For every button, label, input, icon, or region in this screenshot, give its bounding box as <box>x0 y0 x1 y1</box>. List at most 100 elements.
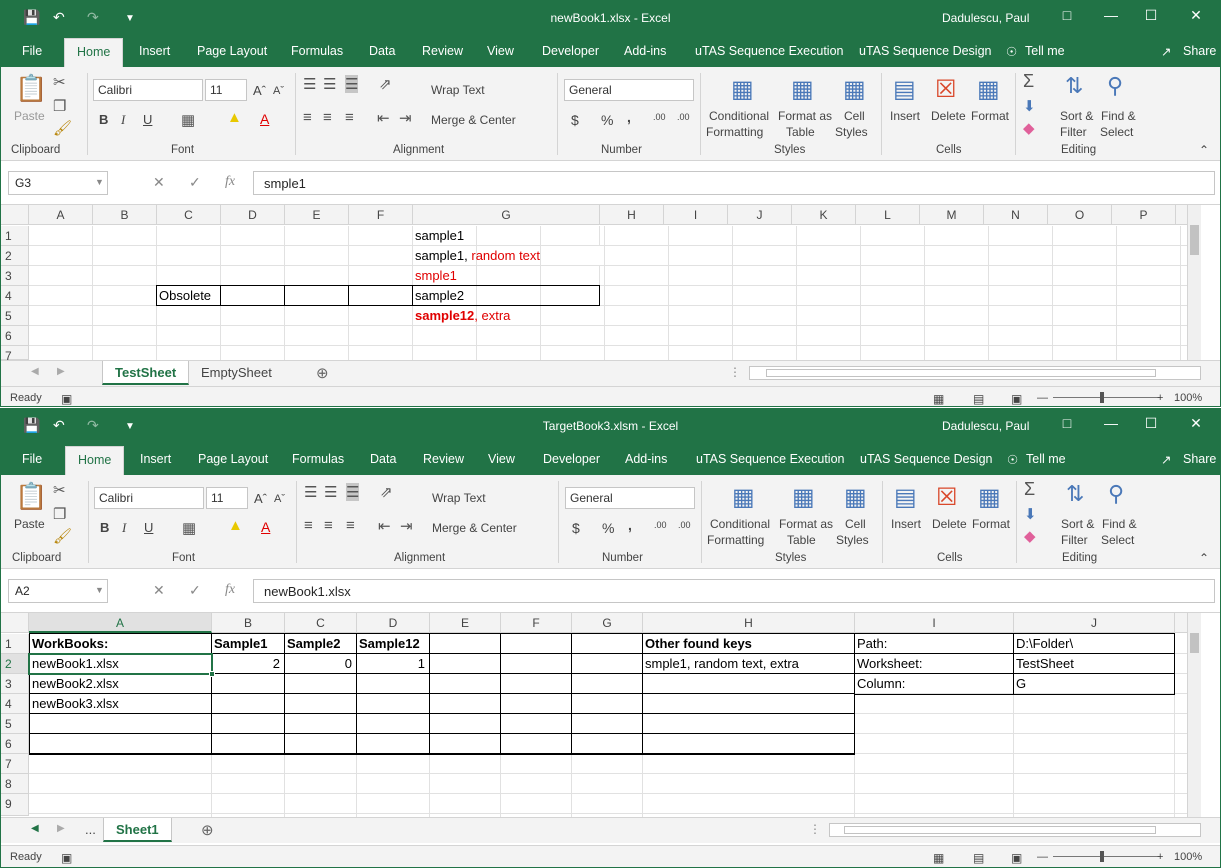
tab-developer[interactable]: Developer <box>542 44 599 58</box>
name-box[interactable]: A2 <box>8 579 108 603</box>
insert-button[interactable]: Insert <box>890 109 920 123</box>
top-align-icon[interactable]: ☰ <box>303 75 316 93</box>
format-as-table-label-2[interactable]: Table <box>787 533 816 547</box>
page-layout-view-icon[interactable]: ▤ <box>973 392 984 406</box>
cancel-icon[interactable]: ✕ <box>153 174 165 191</box>
enter-icon[interactable]: ✓ <box>189 582 201 599</box>
conditional-formatting-icon[interactable]: ▦ <box>732 483 755 512</box>
cell-j3[interactable]: G <box>1014 674 1174 694</box>
macro-record-icon[interactable]: ▣ <box>61 851 72 865</box>
font-size-select[interactable]: 11 <box>205 79 247 101</box>
scroll-tabs-right-icon[interactable]: ▶ <box>57 366 65 377</box>
cell-h1[interactable]: Other found keys <box>643 634 854 654</box>
sheet-tab-sheet1[interactable]: Sheet1 <box>103 818 172 842</box>
bold-button[interactable]: B <box>100 520 109 535</box>
find-select-label-2[interactable]: Select <box>1101 533 1134 547</box>
tab-insert[interactable]: Insert <box>139 44 170 58</box>
row-header[interactable]: 4 <box>1 286 29 306</box>
cell-styles-icon[interactable]: ▦ <box>844 483 867 512</box>
delete-cells-icon[interactable]: ☒ <box>935 75 957 104</box>
cell-j1[interactable]: D:\Folder\ <box>1014 634 1174 654</box>
row-header[interactable]: 2 <box>1 246 29 266</box>
row-header[interactable]: 3 <box>1 266 29 286</box>
increase-decimal-icon[interactable]: .00 <box>654 520 667 530</box>
decrease-decimal-icon[interactable]: .00 <box>678 520 691 530</box>
zoom-slider[interactable] <box>1053 856 1161 857</box>
cut-icon[interactable]: ✂ <box>53 481 66 499</box>
formula-input[interactable]: newBook1.xlsx <box>253 579 1215 603</box>
percent-button[interactable]: % <box>601 112 613 128</box>
cell-g2[interactable]: sample1, random text <box>413 246 600 266</box>
column-header[interactable]: I <box>855 613 1014 633</box>
cell-i1[interactable]: Path: <box>855 634 1013 654</box>
conditional-formatting-label-1[interactable]: Conditional <box>710 517 770 531</box>
tab-home[interactable]: Home <box>64 38 124 67</box>
fill-icon[interactable]: ⬇ <box>1023 97 1036 115</box>
tab-view[interactable]: View <box>487 44 514 58</box>
column-header[interactable]: G <box>572 613 643 633</box>
align-center-icon[interactable]: ≡ <box>323 109 332 126</box>
format-as-table-icon[interactable]: ▦ <box>791 75 814 104</box>
add-sheet-icon[interactable]: ⊕ <box>316 364 329 382</box>
sheet-tab-testsheet[interactable]: TestSheet <box>102 361 190 385</box>
scroll-tabs-left-icon[interactable]: ◀ <box>31 366 39 377</box>
row-header[interactable]: 7 <box>1 754 29 774</box>
find-select-icon[interactable]: ⚲ <box>1108 481 1124 507</box>
fill-icon[interactable]: ⬇ <box>1024 505 1037 523</box>
page-break-view-icon[interactable]: ▣ <box>1011 392 1022 406</box>
font-color-icon[interactable]: A <box>261 519 270 535</box>
collapse-ribbon-icon[interactable]: ⌃ <box>1199 143 1209 157</box>
increase-indent-icon[interactable]: ⇥ <box>400 517 413 535</box>
cell-styles-icon[interactable]: ▦ <box>843 75 866 104</box>
tab-split-handle[interactable]: ⋮ <box>729 365 741 379</box>
clear-icon[interactable]: ◆ <box>1023 119 1035 137</box>
cell-b1[interactable]: Sample1 <box>212 634 284 654</box>
tab-developer[interactable]: Developer <box>543 452 600 466</box>
minimize-icon[interactable]: — <box>1101 7 1121 23</box>
font-color-icon[interactable]: A <box>260 111 269 127</box>
close-icon[interactable]: ✕ <box>1186 415 1206 432</box>
tab-insert[interactable]: Insert <box>140 452 171 466</box>
cell-g4[interactable]: sample2 <box>413 286 600 306</box>
cell-a3[interactable]: newBook2.xlsx <box>30 674 211 694</box>
conditional-formatting-label-2[interactable]: Formatting <box>707 533 764 547</box>
underline-button[interactable]: U <box>144 520 153 535</box>
find-select-label-1[interactable]: Find & <box>1101 109 1136 123</box>
cell-c2[interactable]: 0 <box>285 654 356 674</box>
minimize-icon[interactable]: — <box>1101 415 1121 431</box>
zoom-slider[interactable] <box>1053 397 1161 398</box>
formula-input[interactable]: smple1 <box>253 171 1215 195</box>
cell-a1[interactable]: WorkBooks: <box>30 634 211 654</box>
tab-utas-design[interactable]: uTAS Sequence Design <box>860 452 993 466</box>
merge-center-button[interactable]: Merge & Center <box>432 521 517 535</box>
italic-button[interactable]: I <box>122 520 126 536</box>
wrap-text-button[interactable]: Wrap Text <box>431 83 485 97</box>
add-sheet-icon[interactable]: ⊕ <box>201 821 214 839</box>
vertical-scrollbar[interactable] <box>1187 613 1201 817</box>
row-header[interactable]: 7 <box>1 346 29 363</box>
wrap-text-button[interactable]: Wrap Text <box>432 491 486 505</box>
column-header[interactable]: D <box>357 613 430 633</box>
italic-button[interactable]: I <box>121 112 125 128</box>
row-header[interactable]: 9 <box>1 794 29 816</box>
cell-a4[interactable]: newBook3.xlsx <box>30 694 211 714</box>
sum-icon[interactable]: Σ <box>1024 479 1035 500</box>
top-align-icon[interactable]: ☰ <box>304 483 317 501</box>
row-header[interactable]: 2 <box>1 654 29 674</box>
tab-home[interactable]: Home <box>65 446 125 475</box>
insert-cells-icon[interactable]: ▤ <box>893 75 916 104</box>
enter-icon[interactable]: ✓ <box>189 174 201 191</box>
cancel-icon[interactable]: ✕ <box>153 582 165 599</box>
format-button[interactable]: Format <box>972 517 1010 531</box>
column-header[interactable]: J <box>1014 613 1175 633</box>
align-left-icon[interactable]: ≡ <box>304 517 313 534</box>
zoom-in-icon[interactable]: + <box>1157 392 1163 404</box>
comma-button[interactable]: , <box>627 109 631 125</box>
scroll-tabs-right-icon[interactable]: ▶ <box>57 823 65 834</box>
cut-icon[interactable]: ✂ <box>53 73 66 91</box>
cell-c1[interactable]: Sample2 <box>285 634 356 654</box>
column-header[interactable]: D <box>221 205 285 225</box>
cell-d2[interactable]: 1 <box>357 654 429 674</box>
row-header[interactable]: 6 <box>1 326 29 346</box>
sum-icon[interactable]: Σ <box>1023 71 1034 92</box>
